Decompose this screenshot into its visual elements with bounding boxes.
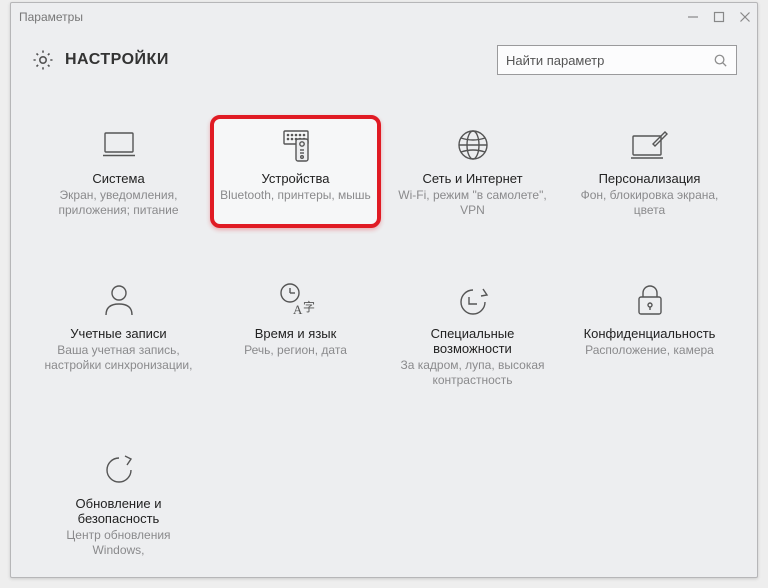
lock-icon [628,280,672,320]
devices-icon [274,125,318,165]
tile-subtitle: Экран, уведомления, приложения; питание [41,188,196,218]
search-input[interactable]: Найти параметр [497,45,737,75]
tile-subtitle: Ваша учетная запись, настройки синхрониз… [41,343,196,373]
maximize-button[interactable] [713,11,725,23]
tile-devices[interactable]: Устройства Bluetooth, принтеры, мышь [210,115,381,228]
tile-subtitle: Фон, блокировка экрана, цвета [572,188,727,218]
page-title: НАСТРОЙКИ [65,51,169,69]
accessibility-icon [451,280,495,320]
time-language-icon: A 字 [274,280,318,320]
tile-accounts[interactable]: Учетные записи Ваша учетная запись, наст… [33,270,204,398]
tile-title: Время и язык [255,326,337,341]
tile-update[interactable]: Обновление и безопасность Центр обновлен… [33,440,204,568]
minimize-button[interactable] [687,11,699,23]
window-controls [687,11,751,23]
tile-title: Обновление и безопасность [41,496,196,526]
tile-title: Конфиденциальность [584,326,716,341]
person-icon [97,280,141,320]
svg-text:A: A [293,302,303,317]
header-left: НАСТРОЙКИ [31,48,169,72]
tile-accessibility[interactable]: Специальные возможности За кадром, лупа,… [387,270,558,398]
titlebar: Параметры [11,3,757,31]
tile-network[interactable]: Сеть и Интернет Wi-Fi, режим "в самолете… [387,115,558,228]
tile-time-language[interactable]: A 字 Время и язык Речь, регион, дата [210,270,381,398]
tile-title: Система [92,171,144,186]
tile-privacy[interactable]: Конфиденциальность Расположение, камера [564,270,735,398]
tile-subtitle: Речь, регион, дата [244,343,347,358]
settings-window: Параметры НАСТРОЙКИ Найти парамет [10,2,758,578]
tile-title: Устройства [261,171,329,186]
gear-icon [31,48,55,72]
tile-title: Персонализация [599,171,701,186]
search-icon [713,53,728,68]
close-button[interactable] [739,11,751,23]
tile-title: Специальные возможности [395,326,550,356]
header: НАСТРОЙКИ Найти параметр [11,31,757,89]
search-placeholder: Найти параметр [506,53,713,68]
personalization-icon [628,125,672,165]
update-icon [97,450,141,490]
globe-icon [451,125,495,165]
tile-subtitle: Wi-Fi, режим "в самолете", VPN [395,188,550,218]
tile-title: Учетные записи [70,326,166,341]
tile-subtitle: Расположение, камера [585,343,714,358]
tile-system[interactable]: Система Экран, уведомления, приложения; … [33,115,204,228]
svg-text:字: 字 [303,299,315,314]
tiles-grid: Система Экран, уведомления, приложения; … [11,89,757,578]
tile-personalization[interactable]: Персонализация Фон, блокировка экрана, ц… [564,115,735,228]
tile-title: Сеть и Интернет [422,171,522,186]
window-title: Параметры [19,10,83,24]
tile-subtitle: Центр обновления Windows, [41,528,196,558]
tile-subtitle: Bluetooth, принтеры, мышь [220,188,371,203]
tile-subtitle: За кадром, лупа, высокая контрастность [395,358,550,388]
display-icon [97,125,141,165]
